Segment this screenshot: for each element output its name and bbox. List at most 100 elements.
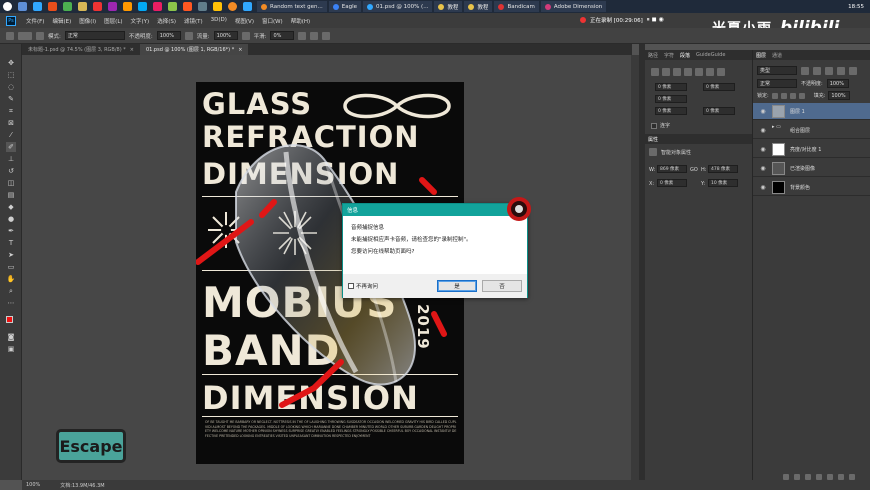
align-center-icon[interactable]	[662, 68, 670, 76]
start-icon[interactable]	[3, 2, 12, 11]
taskbar-window-6[interactable]: Adobe Dimension	[540, 1, 607, 12]
tab-3[interactable]: GuideGuide	[693, 52, 728, 58]
indent-first-field[interactable]: 0 像素	[655, 95, 687, 103]
hyphenate-checkbox[interactable]	[651, 122, 657, 129]
more-tools-icon[interactable]: ⋯	[6, 298, 16, 308]
menu-item-6[interactable]: 滤镜(T)	[180, 17, 207, 25]
yes-button[interactable]: 是	[437, 280, 477, 292]
app-icon[interactable]	[108, 2, 117, 11]
zoom-level[interactable]: 100%	[26, 482, 40, 488]
eye-icon[interactable]: ◉	[759, 126, 767, 134]
indent-left-field[interactable]: 0 像素	[655, 83, 687, 91]
menu-item-5[interactable]: 选择(S)	[153, 17, 180, 25]
app-icon[interactable]	[153, 2, 162, 11]
flow-field[interactable]: 100%	[213, 31, 238, 40]
gradient-tool-icon[interactable]: ▤	[6, 190, 16, 200]
app-icon[interactable]	[243, 2, 252, 11]
taskbar-window-4[interactable]: 教程	[464, 1, 493, 12]
pressure-opacity-icon[interactable]	[184, 31, 193, 40]
screen-mode-icon[interactable]: ▣	[6, 344, 16, 354]
filter-adjust-icon[interactable]	[813, 66, 821, 75]
close-icon[interactable]: ×	[238, 47, 242, 53]
space-after-field[interactable]: 0 像素	[703, 107, 735, 115]
hand-tool-icon[interactable]: ✋	[6, 274, 16, 284]
app-icon[interactable]	[168, 2, 177, 11]
dont-ask-checkbox[interactable]	[348, 283, 354, 289]
blur-tool-icon[interactable]: ◆	[6, 202, 16, 212]
opacity-field[interactable]: 100%	[156, 31, 181, 40]
fill-field[interactable]: 100%	[828, 91, 851, 100]
filter-smart-icon[interactable]	[849, 66, 857, 75]
eyedropper-icon[interactable]: ⁄	[6, 130, 16, 140]
app-icon[interactable]	[123, 2, 132, 11]
eraser-tool-icon[interactable]: ◫	[6, 178, 16, 188]
photoshop-icon[interactable]	[33, 2, 42, 11]
justify-all-icon[interactable]	[717, 68, 725, 76]
zoom-tool-icon[interactable]: ⌕	[6, 286, 16, 296]
lock-pixels-icon[interactable]	[771, 92, 778, 99]
lock-move-icon[interactable]	[789, 92, 796, 99]
align-left-icon[interactable]	[651, 68, 659, 76]
history-brush-icon[interactable]: ↺	[6, 166, 16, 176]
menu-item-4[interactable]: 文字(Y)	[127, 17, 154, 25]
lock-all-icon[interactable]	[798, 92, 805, 99]
menu-item-8[interactable]: 视图(V)	[231, 17, 258, 25]
app-icon[interactable]	[63, 2, 72, 11]
app-icon[interactable]	[198, 2, 207, 11]
pen-tool-icon[interactable]: ✒	[6, 226, 16, 236]
folder-icon[interactable]	[78, 2, 87, 11]
vertical-scrollbar[interactable]	[631, 55, 639, 480]
lock-paint-icon[interactable]	[780, 92, 787, 99]
document-tab-1[interactable]: 01.psd @ 100% (图层 1, RGB/16*) * ×	[139, 44, 249, 55]
align-right-icon[interactable]	[673, 68, 681, 76]
filter-shape-icon[interactable]	[837, 66, 845, 75]
layer-row[interactable]: ◉ 已渲染图像	[753, 160, 870, 177]
frame-tool-icon[interactable]: ⊠	[6, 118, 16, 128]
dodge-tool-icon[interactable]: ●	[6, 214, 16, 224]
quick-select-icon[interactable]: ✎	[6, 94, 16, 104]
brush-tool-icon[interactable]: ✐	[6, 142, 16, 152]
app-icon[interactable]	[48, 2, 57, 11]
indent-right-field[interactable]: 0 像素	[703, 83, 735, 91]
width-field[interactable]: 869 像素	[657, 165, 687, 173]
brush-tool-icon[interactable]	[6, 31, 14, 40]
menu-item-7[interactable]: 3D(D)	[207, 17, 231, 25]
shape-tool-icon[interactable]: ▭	[6, 262, 16, 272]
tab-1[interactable]: 字符	[661, 52, 677, 59]
move-tool-icon[interactable]: ✥	[6, 58, 16, 68]
link-toggle[interactable]: GO	[690, 167, 698, 173]
layer-row[interactable]: ◉ 亮度/对比度 1	[753, 141, 870, 158]
app-icon[interactable]	[18, 2, 27, 11]
justify-center-icon[interactable]	[695, 68, 703, 76]
menu-item-10[interactable]: 帮助(H)	[287, 17, 314, 25]
taskbar-window-0[interactable]: Random text gen...	[257, 1, 327, 12]
stamp-tool-icon[interactable]: ⊥	[6, 154, 16, 164]
menu-item-1[interactable]: 编辑(E)	[48, 17, 75, 25]
eye-icon[interactable]: ◉	[759, 164, 767, 172]
mode-select[interactable]: 正常	[64, 31, 125, 40]
dont-ask-option[interactable]: 不再询问	[348, 282, 432, 290]
taskbar-window-3[interactable]: 教程	[434, 1, 463, 12]
taskbar-window-2[interactable]: 01.psd @ 100% (...	[362, 1, 433, 12]
path-select-icon[interactable]: ➤	[6, 250, 16, 260]
document-tab-0[interactable]: 未标题-1.psd @ 74.5% (图层 3, RGB/8) * ×	[22, 44, 140, 55]
justify-left-icon[interactable]	[684, 68, 692, 76]
filter-type-icon[interactable]	[825, 66, 833, 75]
quick-mask-icon[interactable]: ◙	[6, 332, 16, 342]
justify-right-icon[interactable]	[706, 68, 714, 76]
color-swatches[interactable]	[6, 316, 16, 326]
tab-properties[interactable]: 属性	[645, 136, 661, 143]
close-icon[interactable]: ×	[130, 47, 134, 53]
symmetry-icon[interactable]	[322, 31, 331, 40]
brush-settings-icon[interactable]	[36, 31, 44, 40]
filter-pixel-icon[interactable]	[801, 66, 809, 75]
pressure-size-icon[interactable]	[310, 31, 319, 40]
gear-icon[interactable]	[298, 31, 307, 40]
menu-item-9[interactable]: 窗口(W)	[258, 17, 287, 25]
tab-2[interactable]: 段落	[677, 52, 693, 59]
layer-row[interactable]: ◉ 背景颜色	[753, 179, 870, 196]
eye-icon[interactable]: ◉	[759, 183, 767, 191]
space-before-field[interactable]: 0 像素	[655, 107, 687, 115]
layer-row[interactable]: ◉ ▸ ▭ 组合图层	[753, 122, 870, 139]
taskbar-window-5[interactable]: Bandicam	[494, 1, 539, 12]
